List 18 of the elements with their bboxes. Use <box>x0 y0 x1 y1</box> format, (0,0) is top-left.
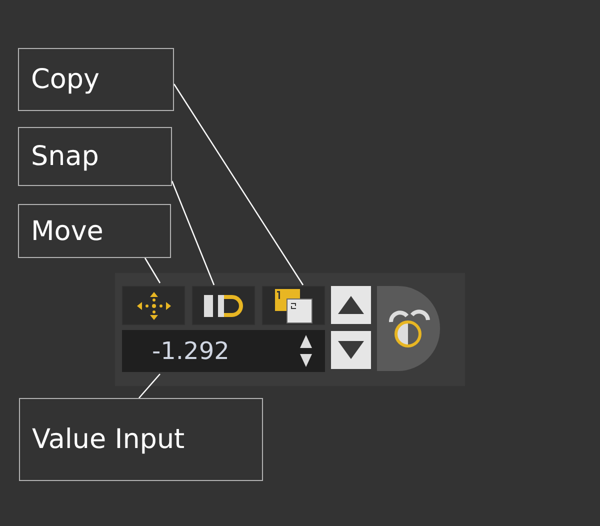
leader-line <box>138 374 160 398</box>
copy-pages-icon <box>274 288 314 324</box>
value-input-field[interactable]: -1.292 <box>122 330 325 372</box>
callout-label: Value Input <box>19 398 263 481</box>
move-arrows-icon <box>136 290 172 320</box>
spinner-icon[interactable] <box>299 333 313 369</box>
orbit-button[interactable] <box>377 286 440 371</box>
move-button[interactable] <box>122 286 185 325</box>
callout-label: Copy <box>18 48 174 111</box>
callout-label: Snap <box>18 127 172 186</box>
callout-label: Move <box>18 204 171 258</box>
up-arrow-button[interactable] <box>331 286 371 324</box>
copy-button[interactable] <box>262 286 325 325</box>
up-triangle-icon <box>337 295 365 315</box>
down-arrow-button[interactable] <box>331 331 371 369</box>
snap-button[interactable] <box>192 286 255 325</box>
down-triangle-icon <box>337 340 365 360</box>
leader-line <box>144 258 161 284</box>
